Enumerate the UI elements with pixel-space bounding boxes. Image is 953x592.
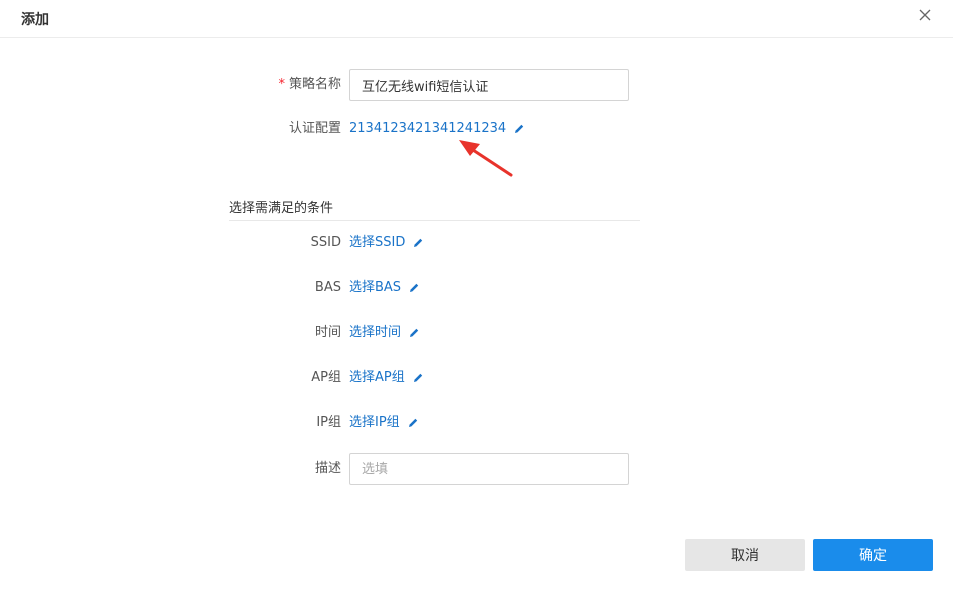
ssid-row: SSID 选择SSID (0, 234, 953, 266)
annotation-arrow (450, 134, 520, 180)
auth-config-label: 认证配置 (288, 121, 341, 136)
description-input[interactable] (349, 453, 629, 485)
ap-group-field: 选择AP组 (349, 370, 424, 386)
policy-name-row: * 策略名称 (0, 69, 953, 101)
ap-group-row: AP组 选择AP组 (0, 369, 953, 401)
pencil-icon[interactable] (407, 417, 419, 429)
select-bas-link[interactable]: 选择BAS (349, 280, 401, 296)
select-time-link[interactable]: 选择时间 (349, 325, 401, 341)
ip-group-label: IP组 (316, 415, 341, 430)
select-ssid-link[interactable]: 选择SSID (349, 235, 405, 251)
bas-label: BAS (314, 280, 341, 295)
pencil-icon[interactable] (412, 237, 424, 249)
add-dialog: 添加 *策略名称 认证配置 2134123421341241234 选择需满足的… (0, 0, 953, 592)
conditions-section-title: 选择需满足的条件 (229, 201, 640, 221)
bas-field: 选择BAS (349, 280, 420, 296)
ssid-field: 选择SSID (349, 235, 424, 251)
select-ap-group-link[interactable]: 选择AP组 (349, 370, 405, 386)
policy-name-input[interactable] (349, 69, 629, 101)
ap-group-label: AP组 (311, 370, 341, 385)
select-ip-group-link[interactable]: 选择IP组 (349, 415, 400, 431)
pencil-icon[interactable] (412, 372, 424, 384)
pencil-icon[interactable] (408, 327, 420, 339)
description-row: 描述 (0, 453, 953, 485)
policy-name-label: * 策略名称 (278, 77, 341, 92)
ip-group-field: 选择IP组 (349, 415, 419, 431)
ssid-label: SSID (310, 235, 341, 250)
close-icon[interactable] (916, 6, 934, 24)
ip-group-row: IP组 选择IP组 (0, 414, 953, 446)
dialog-title: 添加 (21, 12, 49, 28)
dialog-header: 添加 (0, 0, 953, 38)
description-label: 描述 (314, 461, 341, 476)
time-label: 时间 (314, 325, 341, 340)
confirm-button[interactable]: 确定 (813, 539, 933, 571)
time-row: 时间 选择时间 (0, 324, 953, 356)
time-field: 选择时间 (349, 325, 420, 341)
bas-row: BAS 选择BAS (0, 279, 953, 311)
pencil-icon[interactable] (408, 282, 420, 294)
cancel-button[interactable]: 取消 (685, 539, 805, 571)
required-mark: * (278, 77, 285, 92)
